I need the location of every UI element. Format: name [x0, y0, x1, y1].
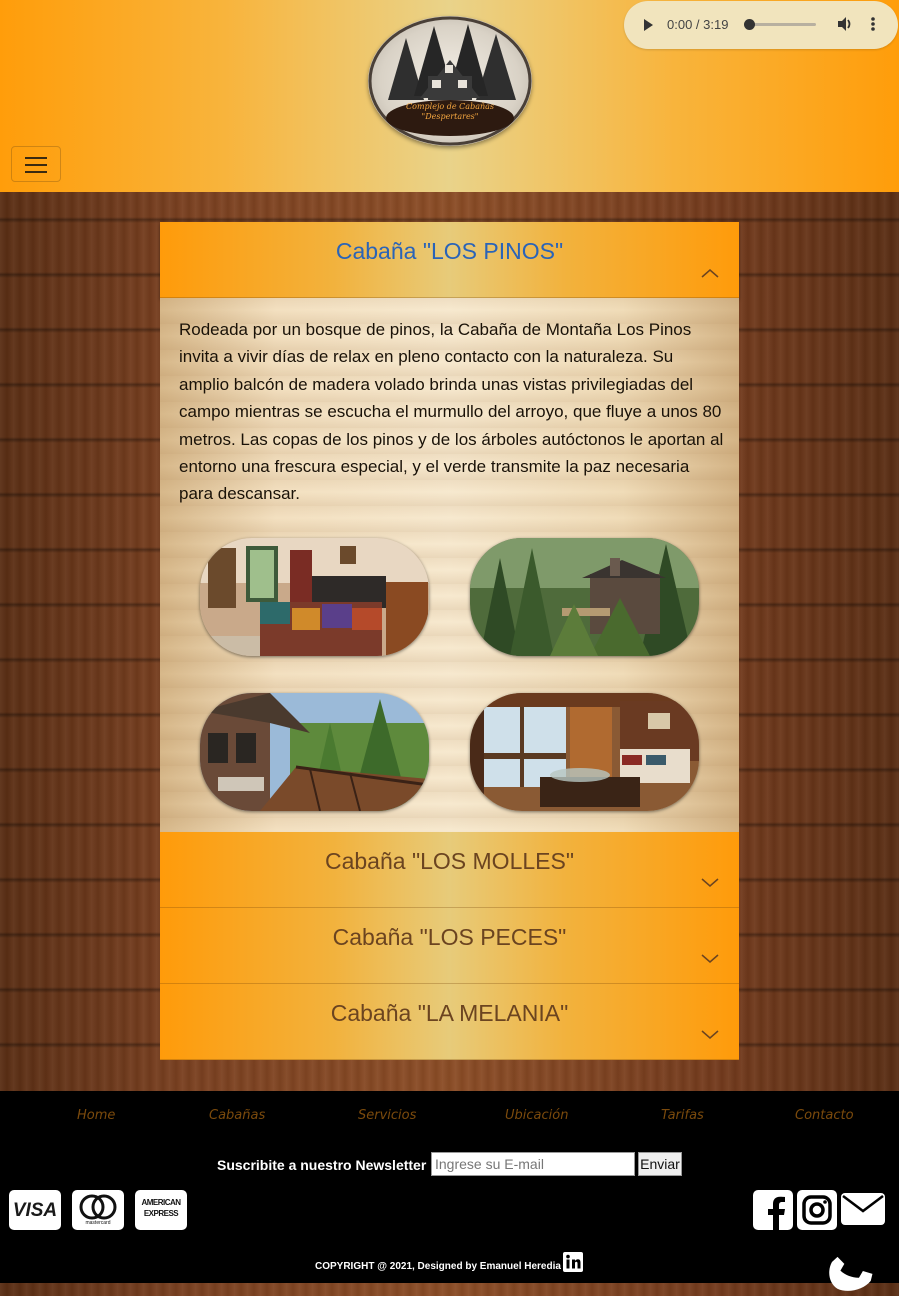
cabin-trees-icon [368, 16, 532, 146]
chevron-down-icon [701, 954, 719, 963]
site-footer: Home Cabañas Servicios Ubicación Tarifas… [0, 1091, 899, 1291]
cabins-accordion: Cabaña "LOS PINOS" Rodeada por un bosque… [160, 222, 739, 1060]
footer-nav-tarifas[interactable]: Tarifas [661, 1108, 704, 1123]
amex-card-icon: AMERICAN EXPRESS [135, 1190, 187, 1230]
email-icon[interactable] [840, 1192, 886, 1226]
facebook-icon[interactable] [753, 1190, 793, 1230]
accordion-title: Cabaña "LA MELANIA" [330, 1000, 569, 1026]
audio-progress-track[interactable] [748, 23, 816, 26]
cabin-description: Rodeada por un bosque de pinos, la Cabañ… [179, 320, 724, 504]
cabin-photo-bedroom[interactable] [200, 538, 429, 656]
audio-progress-thumb[interactable] [744, 19, 755, 30]
accordion-header-los-molles[interactable]: Cabaña "LOS MOLLES" [160, 832, 739, 908]
cabin-photo-balcony[interactable] [200, 693, 429, 811]
footer-nav-contacto[interactable]: Contacto [795, 1108, 854, 1123]
footer-nav-servicios[interactable]: Servicios [358, 1108, 416, 1123]
instagram-icon[interactable] [797, 1190, 837, 1230]
mastercard-card-icon: mastercard [72, 1190, 124, 1230]
newsletter-send-button[interactable]: Enviar [638, 1152, 682, 1176]
play-icon[interactable] [644, 19, 653, 31]
footer-nav-cabanas[interactable]: Cabañas [209, 1108, 265, 1123]
newsletter-email-input[interactable] [431, 1152, 635, 1176]
chevron-down-icon [701, 1030, 719, 1039]
accordion-title: Cabaña "LOS PINOS" [335, 238, 564, 264]
hamburger-icon [25, 157, 47, 159]
accordion-header-los-peces[interactable]: Cabaña "LOS PECES" [160, 908, 739, 984]
accordion-title: Cabaña "LOS MOLLES" [324, 848, 574, 874]
cabin-photo-forest-exterior[interactable] [470, 538, 699, 656]
chevron-up-icon [701, 269, 719, 278]
newsletter-label: Suscribite a nuestro Newsletter [217, 1157, 427, 1173]
footer-nav-home[interactable]: Home [77, 1108, 115, 1123]
site-logo[interactable]: Complejo de Cabañas "Despertares" [368, 16, 532, 146]
accordion-header-los-pinos[interactable]: Cabaña "LOS PINOS" [160, 222, 739, 298]
copyright-text: COPYRIGHT @ 2021, Designed by Emanuel He… [315, 1261, 561, 1272]
chevron-down-icon [701, 878, 719, 887]
site-header: Complejo de Cabañas "Despertares" 0:00 /… [0, 0, 899, 192]
linkedin-icon[interactable] [563, 1252, 583, 1272]
visa-card-icon: VISA [9, 1190, 61, 1230]
logo-text: Complejo de Cabañas "Despertares" [406, 102, 494, 121]
accordion-header-la-melania[interactable]: Cabaña "LA MELANIA" [160, 984, 739, 1060]
phone-icon[interactable] [826, 1246, 882, 1294]
audio-player: 0:00 / 3:19 [624, 1, 898, 49]
accordion-body-los-pinos: Rodeada por un bosque de pinos, la Cabañ… [160, 298, 739, 832]
footer-nav-ubicacion[interactable]: Ubicación [505, 1108, 568, 1123]
cabin-photo-living-room[interactable] [470, 693, 699, 811]
accordion-title: Cabaña "LOS PECES" [332, 924, 567, 950]
volume-icon[interactable] [836, 15, 854, 33]
audio-time: 0:00 / 3:19 [667, 17, 729, 32]
more-vert-icon[interactable] [870, 15, 876, 33]
hamburger-menu-button[interactable] [11, 146, 61, 182]
